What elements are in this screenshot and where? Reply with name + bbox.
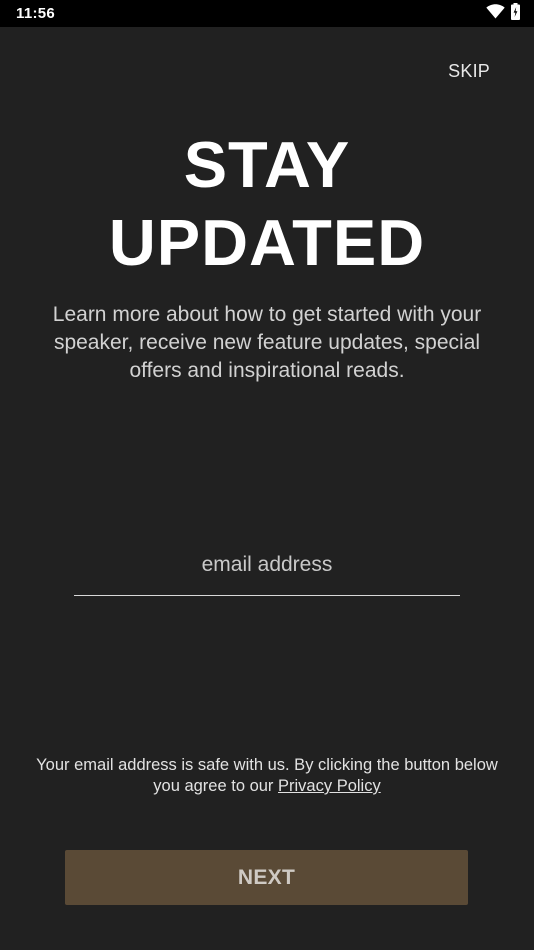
status-time: 11:56 — [16, 5, 56, 22]
email-field-container — [74, 540, 460, 596]
battery-icon — [511, 2, 520, 25]
page-title-line-2: UPDATED — [108, 206, 426, 279]
next-button[interactable]: NEXT — [65, 850, 468, 905]
privacy-disclaimer: Your email address is safe with us. By c… — [30, 755, 504, 797]
privacy-policy-link[interactable]: Privacy Policy — [278, 777, 381, 795]
page-title: STAY UPDATED — [0, 126, 534, 282]
status-bar: 11:56 — [0, 0, 534, 27]
email-field[interactable] — [74, 540, 460, 595]
description-text: Learn more about how to get started with… — [52, 303, 482, 382]
page-title-line-1: STAY — [183, 128, 351, 201]
status-icons — [486, 2, 520, 25]
wifi-icon — [486, 3, 505, 24]
skip-button[interactable]: SKIP — [448, 61, 490, 82]
disclaimer-text: Your email address is safe with us. By c… — [36, 756, 498, 795]
